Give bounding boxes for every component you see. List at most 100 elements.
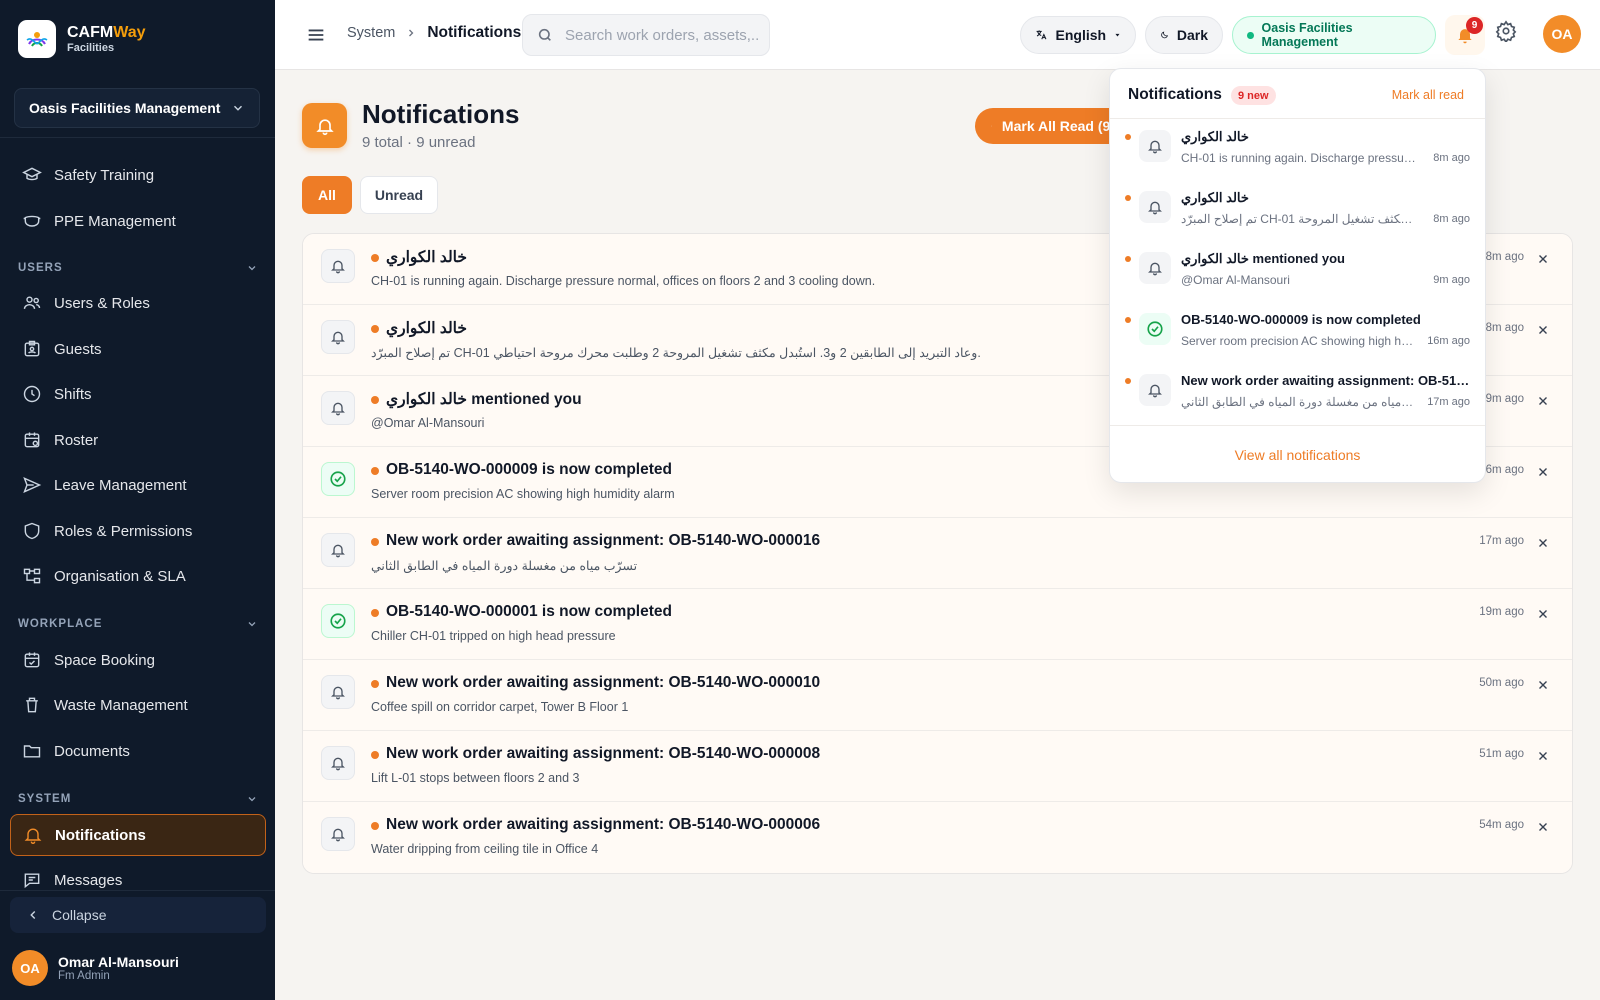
sidebar-item-organisation-sla[interactable]: Organisation & SLA: [10, 556, 266, 596]
dropdown-notification-item[interactable]: خالد الكواري CH-01 is running again. Disc…: [1110, 119, 1485, 180]
bell-icon: [321, 320, 355, 354]
notification-row[interactable]: New work order awaiting assignment: OB-5…: [303, 518, 1572, 589]
chevron-down-icon: [248, 622, 256, 627]
notification-row[interactable]: New work order awaiting assignment: OB-5…: [303, 802, 1572, 873]
tab-all[interactable]: All: [302, 176, 352, 214]
dropdown-item-time: 17m ago: [1427, 396, 1470, 408]
sidebar-item-label: Roles & Permissions: [54, 522, 193, 540]
dropdown-item-title: خالد الكواري mentioned you: [1181, 251, 1345, 266]
user-role: Fm Admin: [58, 970, 110, 982]
message-icon: [24, 873, 40, 889]
close-icon[interactable]: [1536, 252, 1550, 271]
close-icon[interactable]: [1536, 607, 1550, 626]
brand[interactable]: CAFMWay Facilities: [18, 20, 146, 58]
mark-all-read-link[interactable]: Mark all read: [1392, 88, 1464, 102]
sidebar-section-system[interactable]: SYSTEM: [18, 793, 258, 805]
user-profile[interactable]: OA Omar Al-Mansouri Fm Admin: [12, 950, 179, 986]
language-selector[interactable]: English: [1020, 16, 1136, 54]
close-icon[interactable]: [1536, 465, 1550, 484]
bell-icon: [1139, 252, 1171, 284]
search-input[interactable]: [565, 26, 760, 44]
sidebar-item-users-roles[interactable]: Users & Roles: [10, 283, 266, 323]
close-icon[interactable]: [1536, 749, 1550, 768]
dropdown-title: Notifications: [1128, 86, 1222, 103]
notification-row[interactable]: New work order awaiting assignment: OB-5…: [303, 660, 1572, 731]
check-circle-icon: [321, 604, 355, 638]
bell-icon: [1139, 130, 1171, 162]
close-icon[interactable]: [1536, 394, 1550, 413]
collapse-button[interactable]: Collapse: [10, 897, 266, 933]
sidebar-divider: [0, 137, 275, 138]
sidebar-item-label: Space Booking: [54, 651, 155, 669]
check-circle-icon: [321, 462, 355, 496]
dropdown-notification-item[interactable]: OB-5140-WO-000009 is now completed Server…: [1110, 302, 1485, 363]
chevron-down-icon: [248, 797, 256, 802]
sidebar-item-guests[interactable]: Guests: [10, 329, 266, 369]
notification-body: Chiller CH-01 tripped on high head press…: [371, 629, 616, 643]
notification-time: 51m ago: [1479, 748, 1524, 760]
notification-title: خالد الكواري: [386, 320, 467, 337]
bell-icon: [321, 675, 355, 709]
section-title: SYSTEM: [18, 793, 72, 805]
notification-title: New work order awaiting assignment: OB-5…: [386, 745, 821, 762]
close-icon[interactable]: [1536, 678, 1550, 697]
theme-toggle[interactable]: Dark: [1145, 16, 1223, 54]
sidebar-item-label: Guests: [54, 340, 102, 358]
dropdown-header: Notifications 9 new Mark all read: [1110, 69, 1485, 119]
sidebar-item-safety-training[interactable]: Safety Training: [10, 155, 266, 195]
bell-icon: [321, 533, 355, 567]
close-icon[interactable]: [1536, 820, 1550, 839]
sidebar-item-ppe-management[interactable]: PPE Management: [10, 201, 266, 241]
org-selector[interactable]: Oasis Facilities Management: [14, 88, 260, 128]
search-box[interactable]: [522, 14, 770, 56]
dropdown-notification-item[interactable]: خالد الكواري mentioned you @Omar Al-Manso…: [1110, 241, 1485, 302]
dropdown-item-time: 8m ago: [1433, 213, 1470, 225]
sidebar-section-workplace[interactable]: WORKPLACE: [18, 618, 258, 630]
breadcrumb-parent[interactable]: System: [347, 25, 395, 41]
calendar-check-icon: [24, 652, 40, 668]
sidebar-item-documents[interactable]: Documents: [10, 731, 266, 771]
moon-icon: [1161, 31, 1168, 39]
sidebar-item-notifications[interactable]: Notifications: [10, 814, 266, 856]
view-all-notifications-link[interactable]: View all notifications: [1110, 425, 1485, 483]
sidebar-section-users[interactable]: USERS: [18, 262, 258, 274]
sidebar-item-shifts[interactable]: Shifts: [10, 374, 266, 414]
sidebar-item-roster[interactable]: Roster: [10, 420, 266, 460]
search-icon: [538, 28, 551, 41]
dropdown-notification-item[interactable]: خالد الكواري تم إصلاح المبرّد CH-01 وعاد …: [1110, 180, 1485, 241]
sidebar-item-label: Documents: [54, 742, 130, 760]
sidebar-item-leave-management[interactable]: Leave Management: [10, 465, 266, 505]
breadcrumb-current: Notifications: [427, 24, 522, 41]
org-status-pill[interactable]: Oasis Facilities Management: [1232, 16, 1436, 54]
hamburger-menu-icon[interactable]: [305, 24, 327, 51]
gear-icon[interactable]: [1495, 20, 1517, 47]
mark-all-read-button[interactable]: Mark All Read (9): [975, 108, 1115, 144]
clock-icon: [23, 385, 41, 403]
notifications-dropdown: Notifications 9 new Mark all read خالد ا…: [1109, 68, 1486, 483]
sidebar-item-space-booking[interactable]: Space Booking: [10, 640, 266, 680]
unread-dot: [371, 325, 379, 333]
close-icon[interactable]: [1536, 323, 1550, 342]
tab-unread[interactable]: Unread: [360, 176, 438, 214]
breadcrumb: System Notifications: [347, 24, 521, 42]
translate-icon: [1036, 30, 1047, 40]
sidebar-item-label: Waste Management: [54, 696, 188, 714]
dropdown-item-body: Server room precision AC showing high hu…: [1181, 334, 1416, 348]
sidebar-item-waste-management[interactable]: Waste Management: [10, 685, 266, 725]
sidebar-item-roles-permissions[interactable]: Roles & Permissions: [10, 511, 266, 551]
notifications-bell-button[interactable]: 9: [1445, 15, 1485, 55]
notification-row[interactable]: OB-5140-WO-000001 is now completed Chille…: [303, 589, 1572, 660]
close-icon[interactable]: [1536, 536, 1550, 555]
unread-dot: [1125, 195, 1131, 201]
notification-row[interactable]: New work order awaiting assignment: OB-5…: [303, 731, 1572, 802]
sidebar-divider: [0, 890, 275, 891]
notification-title: New work order awaiting assignment: OB-5…: [386, 674, 821, 691]
dropdown-notification-item[interactable]: New work order awaiting assignment: OB-5…: [1110, 363, 1485, 424]
language-label: English: [1055, 27, 1107, 43]
avatar[interactable]: OA: [1543, 15, 1581, 53]
dropdown-item-title: OB-5140-WO-000009 is now completed: [1181, 312, 1421, 327]
notification-time: 9m ago: [1485, 393, 1524, 405]
users-icon: [23, 296, 41, 309]
sidebar-item-messages[interactable]: Messages: [10, 861, 266, 899]
bell-icon: [321, 817, 355, 851]
